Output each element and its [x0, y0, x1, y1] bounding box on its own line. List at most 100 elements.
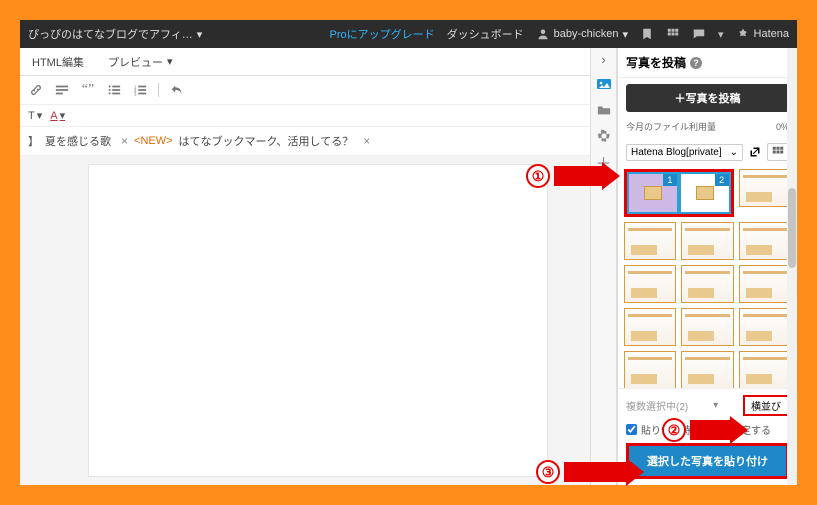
editor-toolbar: “” 123: [20, 76, 590, 105]
user-menu[interactable]: baby-chicken ▾: [536, 27, 628, 41]
grid-view-icon[interactable]: [767, 143, 789, 161]
layout-horizontal-button[interactable]: 横並び: [743, 395, 789, 416]
collapse-panel-icon[interactable]: ›: [601, 52, 605, 67]
thumb[interactable]: [681, 351, 733, 388]
tab-preview-label: プレビュー: [108, 54, 163, 70]
usage-label: 今月のファイル利用量: [626, 120, 716, 133]
thumb-selected[interactable]: 2: [679, 172, 731, 214]
source-row: Hatena Blog[private] ⌄: [618, 139, 797, 165]
bracket-icon: 】: [28, 133, 39, 149]
grid-icon[interactable]: [666, 27, 680, 41]
layout-row: 複数選択中(2) ▾ 横並び: [626, 395, 789, 416]
tag-remove-icon[interactable]: ×: [121, 134, 128, 148]
scrollbar-thumb[interactable]: [788, 188, 796, 268]
format-row: T▾ A▾: [20, 105, 590, 127]
thumb[interactable]: [739, 169, 791, 207]
thumb[interactable]: [624, 308, 676, 346]
hatena-brand-label: Hatena: [754, 28, 789, 40]
text-format-label: T: [28, 110, 35, 122]
thumb[interactable]: [681, 308, 733, 346]
thumb[interactable]: [681, 222, 733, 260]
panel-title: 写真を投稿: [626, 54, 686, 71]
blog-title-label: ぴっぴのはてなブログでアフィ…: [28, 26, 193, 42]
editor-area[interactable]: [20, 156, 590, 485]
upload-button[interactable]: ＋写真を投稿: [626, 84, 789, 112]
hatena-logo-icon: [736, 27, 750, 41]
gear-icon[interactable]: [595, 127, 613, 145]
selection-badge: 2: [715, 174, 729, 186]
thumb[interactable]: [739, 351, 791, 388]
user-icon: [536, 27, 550, 41]
chevron-down-icon: ▾: [622, 28, 628, 41]
undo-icon[interactable]: [169, 82, 185, 98]
chevron-down-icon: ▾: [60, 109, 66, 122]
source-select[interactable]: Hatena Blog[private] ⌄: [626, 144, 743, 161]
usage-row: 今月のファイル利用量 0%: [618, 118, 797, 139]
topbar: ぴっぴのはてなブログでアフィ… ▾ Proにアップグレード ダッシュボード ba…: [20, 20, 797, 48]
post-tag-new: <NEW>: [134, 135, 173, 147]
svg-text:3: 3: [134, 91, 137, 96]
bookmark-icon[interactable]: [640, 27, 654, 41]
chevron-down-icon: ▾: [197, 28, 203, 41]
link-icon[interactable]: [28, 82, 44, 98]
numbered-list-icon[interactable]: 123: [132, 82, 148, 98]
side-rail: › ＋: [591, 48, 617, 485]
folder-icon[interactable]: [595, 101, 613, 119]
chevron-down-icon: ▾: [167, 55, 173, 68]
editor-canvas[interactable]: [88, 164, 548, 477]
username-label: baby-chicken: [554, 28, 619, 40]
source-label: Hatena Blog[private]: [631, 147, 722, 158]
thumb[interactable]: [739, 308, 791, 346]
selected-thumb-group: 1 2: [624, 169, 734, 217]
pro-upgrade-link[interactable]: Proにアップグレード: [330, 26, 435, 42]
thumb-preview: [696, 186, 714, 200]
thumbnails-area: 1 2: [618, 165, 797, 388]
thumb[interactable]: [624, 265, 676, 303]
checkbox-label: 貼り付け時に詳細を設定する: [641, 422, 771, 437]
toolbar-separator: [158, 83, 159, 97]
tag-remove-icon[interactable]: ×: [363, 134, 370, 148]
post-tags-row: 】 夏を感じる歌 × <NEW> はてなブックマーク、活用してる？ ×: [20, 127, 590, 156]
text-format-dropdown[interactable]: T▾: [28, 109, 42, 122]
external-link-icon[interactable]: [749, 146, 761, 158]
editor-pane: HTML編集 プレビュー ▾ “” 123 T▾: [20, 48, 591, 485]
selection-badge: 1: [663, 174, 677, 186]
thumb[interactable]: [624, 222, 676, 260]
photo-upload-icon[interactable]: [595, 75, 613, 93]
detail-on-paste-checkbox[interactable]: 貼り付け時に詳細を設定する: [626, 422, 789, 437]
photo-panel: 写真を投稿 ? ＋写真を投稿 今月のファイル利用量 0% Hatena Blog…: [617, 48, 797, 485]
chevron-down-icon: ⌄: [730, 147, 738, 158]
font-color-label: A: [50, 110, 57, 122]
thumb-preview: [644, 186, 662, 200]
chat-icon[interactable]: [692, 27, 706, 41]
chevron-down-icon: ▾: [37, 109, 43, 122]
hatena-brand[interactable]: Hatena: [736, 27, 789, 41]
thumb[interactable]: [739, 222, 791, 260]
selection-count-label: 複数選択中(2): [626, 398, 688, 413]
readmore-icon[interactable]: [54, 82, 70, 98]
chevron-down-icon: ▾: [718, 28, 724, 41]
paste-selected-button[interactable]: 選択した写真を貼り付け: [626, 443, 789, 479]
editor-tabs: HTML編集 プレビュー ▾: [20, 48, 590, 76]
post-tag[interactable]: 夏を感じる歌: [45, 133, 111, 149]
panel-footer: 複数選択中(2) ▾ 横並び 貼り付け時に詳細を設定する 選択した写真を貼り付け: [618, 388, 797, 485]
dashboard-link[interactable]: ダッシュボード: [447, 26, 524, 42]
chevron-down-icon: ▾: [713, 400, 718, 411]
app-window: ぴっぴのはてなブログでアフィ… ▾ Proにアップグレード ダッシュボード ba…: [20, 20, 797, 485]
list-icon[interactable]: [106, 82, 122, 98]
post-tag[interactable]: はてなブックマーク、活用してる？: [179, 133, 354, 149]
thumb[interactable]: [624, 351, 676, 388]
blog-title-dropdown[interactable]: ぴっぴのはてなブログでアフィ… ▾: [28, 26, 202, 42]
quote-icon[interactable]: “”: [80, 82, 96, 98]
tab-html-edit[interactable]: HTML編集: [24, 50, 92, 74]
help-icon[interactable]: ?: [690, 57, 702, 69]
checkbox-input[interactable]: [626, 424, 637, 435]
font-color-dropdown[interactable]: A▾: [50, 109, 65, 122]
scrollbar[interactable]: [787, 48, 797, 485]
plus-icon[interactable]: ＋: [595, 153, 613, 171]
tab-preview[interactable]: プレビュー ▾: [100, 50, 181, 74]
thumb[interactable]: [739, 265, 791, 303]
panel-header: 写真を投稿 ?: [618, 48, 797, 78]
thumb-selected[interactable]: 1: [627, 172, 679, 214]
thumb[interactable]: [681, 265, 733, 303]
